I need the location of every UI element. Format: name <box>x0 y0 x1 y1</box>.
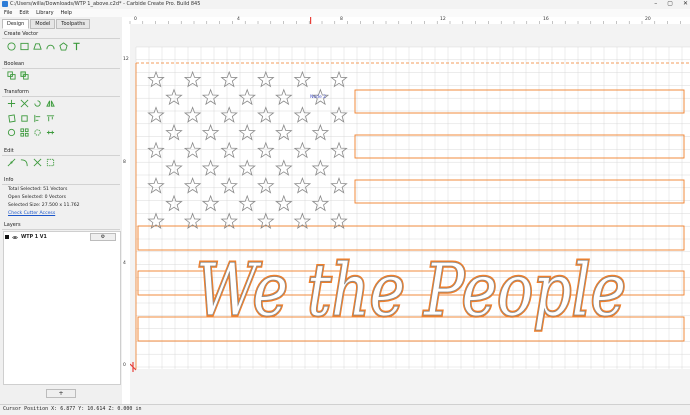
top-ruler-ticks <box>129 17 681 24</box>
design-panel: Design Model Toolpaths Create Vector Boo… <box>0 17 123 404</box>
circle-tool-icon[interactable] <box>7 42 16 51</box>
panel-tabs: Design Model Toolpaths <box>2 19 90 29</box>
check-cutter-access-link[interactable]: Check Cutter Access <box>8 211 55 216</box>
ruler-label: 16 <box>543 17 549 22</box>
window-title: C:/Users/willa/Downloads/WTP 1_above.c2d… <box>10 1 201 7</box>
join-vectors-icon[interactable] <box>7 158 16 167</box>
app-icon <box>2 1 8 7</box>
rectangle-tool-icon[interactable] <box>20 42 29 51</box>
status-bar: Cursor Position X: 6.877 Y: 10.614 Z: 0.… <box>0 404 690 415</box>
maximize-button[interactable]: ▢ <box>667 0 673 9</box>
distribute-icon[interactable] <box>46 128 55 137</box>
rotate-icon[interactable] <box>33 99 42 108</box>
layer-list: WTP 1 V1 ⚙ <box>3 231 121 385</box>
ruler-label: 12 <box>440 17 446 22</box>
tab-model[interactable]: Model <box>30 19 56 29</box>
align-left-icon[interactable] <box>33 114 42 123</box>
ruler-label: 0 <box>123 363 126 368</box>
move-icon[interactable] <box>7 99 16 108</box>
canvas-drawing[interactable]: Node 2 We the People We the People <box>129 24 690 404</box>
menu-library[interactable]: Library <box>36 10 53 16</box>
layers-title: Layers <box>4 222 21 228</box>
weld-icon[interactable] <box>7 71 16 80</box>
trim-icon[interactable] <box>33 158 42 167</box>
menu-bar: File Edit Library Help <box>0 9 690 17</box>
window-controls: – ▢ ✕ <box>654 0 688 9</box>
align-top-icon[interactable] <box>46 114 55 123</box>
cursor-position: Cursor Position X: 6.877 Y: 10.614 Z: 0.… <box>3 406 142 412</box>
offset-icon[interactable] <box>7 114 16 123</box>
boundary-icon[interactable] <box>46 158 55 167</box>
origin-marker <box>129 362 137 372</box>
add-layer-button[interactable]: + <box>46 389 76 398</box>
section-divider <box>2 155 120 156</box>
section-divider <box>2 38 120 39</box>
ruler-label: 8 <box>340 17 343 22</box>
section-divider <box>2 68 120 69</box>
open-selected: Open Selected: 0 Vectors <box>8 195 67 200</box>
info-title: Info <box>4 177 14 183</box>
design-canvas[interactable]: Node 2 We the People We the People <box>129 24 690 404</box>
selection-handle-label: Node 2 <box>310 94 326 100</box>
tab-toolpaths[interactable]: Toolpaths <box>56 19 90 29</box>
circular-array-icon[interactable] <box>33 128 42 137</box>
array-icon[interactable] <box>20 128 29 137</box>
cursor-marker <box>310 17 312 24</box>
minimize-button[interactable]: – <box>654 0 657 9</box>
section-divider <box>2 184 120 185</box>
section-divider <box>2 229 120 230</box>
curve-tool-icon[interactable] <box>46 42 55 51</box>
ruler-label: 20 <box>645 17 651 22</box>
menu-file[interactable]: File <box>4 10 12 16</box>
section-divider <box>2 96 120 97</box>
transform-title: Transform <box>4 89 29 95</box>
polygon-tool-icon[interactable] <box>59 42 68 51</box>
gear-icon[interactable]: ⚙ <box>90 233 116 241</box>
wording-vector[interactable]: We the People <box>196 248 627 333</box>
polyline-tool-icon[interactable] <box>33 42 42 51</box>
ruler-label: 0 <box>134 17 137 22</box>
subtract-icon[interactable] <box>20 71 29 80</box>
ruler-label: 8 <box>123 160 126 165</box>
total-selected: Total Selected: 51 Vectors <box>8 187 68 192</box>
layer-name: WTP 1 V1 <box>21 234 47 240</box>
mirror-icon[interactable] <box>46 99 55 108</box>
create-vector-title: Create Vector <box>4 31 39 37</box>
boolean-title: Boolean <box>4 61 25 67</box>
align-center-icon[interactable] <box>20 114 29 123</box>
close-button[interactable]: ✕ <box>683 0 688 9</box>
menu-help[interactable]: Help <box>61 10 72 16</box>
fillet-icon[interactable] <box>20 158 29 167</box>
eye-icon[interactable] <box>12 235 18 240</box>
scale-icon[interactable] <box>20 99 29 108</box>
selected-size: Selected Size: 27.500 x 11.762 <box>8 203 80 208</box>
text-tool-icon[interactable] <box>72 42 81 51</box>
layer-color-swatch[interactable] <box>5 235 9 239</box>
ruler-label: 4 <box>237 17 240 22</box>
edit-title: Edit <box>4 148 14 154</box>
tab-design[interactable]: Design <box>2 19 30 29</box>
node-edit-icon[interactable] <box>7 128 16 137</box>
ruler-label: 4 <box>123 261 126 266</box>
ruler-label: 12 <box>123 57 129 62</box>
menu-edit[interactable]: Edit <box>19 10 29 16</box>
